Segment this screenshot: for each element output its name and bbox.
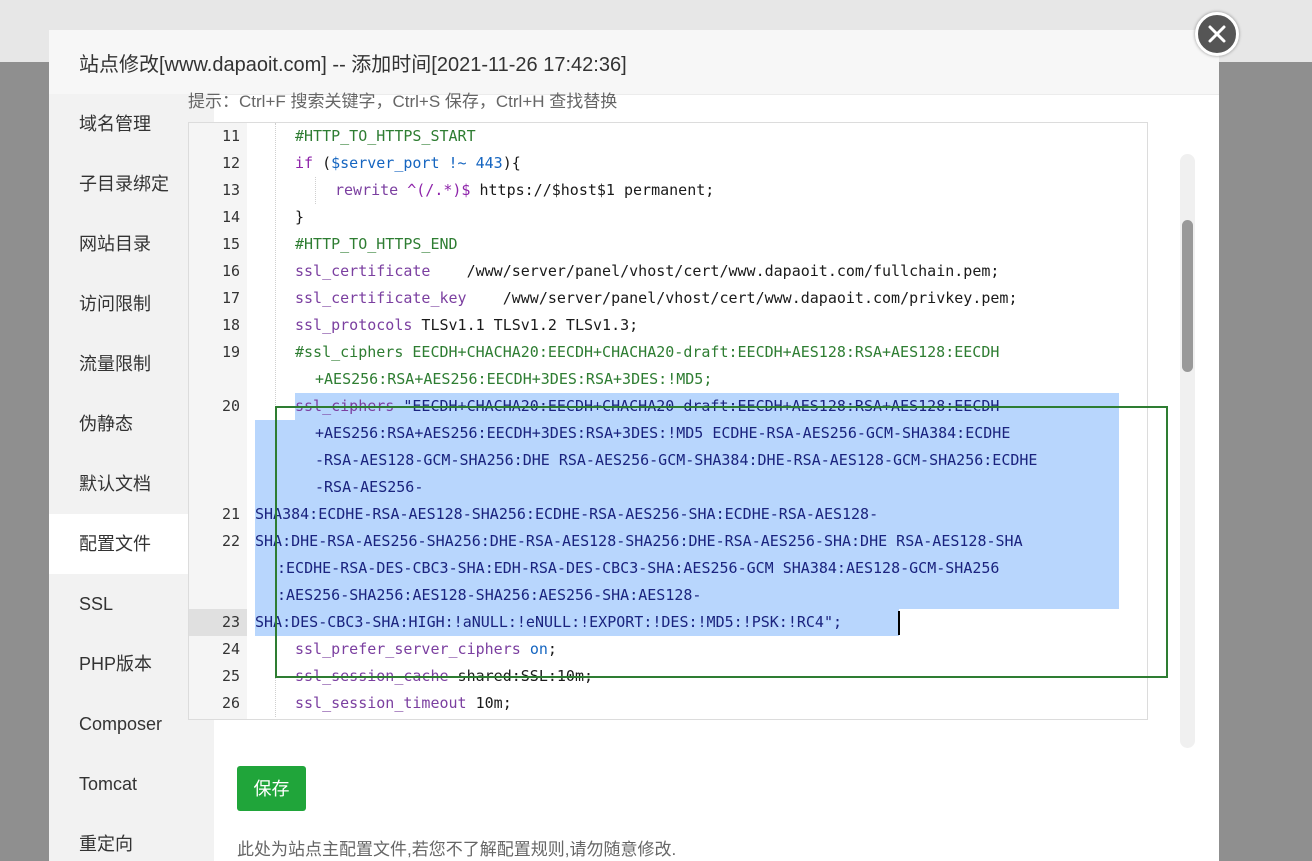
code-token: } [295, 208, 305, 226]
dialog-title: 站点修改[www.dapaoit.com] -- 添加时间[2021-11-26… [79, 54, 627, 76]
line-number: 16 [221, 262, 240, 280]
code-token: ){ [502, 154, 521, 172]
code-token: 10m; [466, 694, 512, 712]
code-token: ssl_protocols [295, 316, 413, 334]
line-number: 15 [221, 235, 240, 253]
annotation-highlight-box [275, 406, 1168, 678]
editor-scrollbar[interactable] [1180, 154, 1195, 748]
config-footnote: 此处为站点主配置文件,若您不了解配置规则,请勿随意修改. [237, 840, 677, 859]
code-line: rewrite ^(/.*)$ https://$host$1 permanen… [335, 177, 714, 204]
code-token: /www/server/panel/vhost/cert/www.dapaoit… [466, 289, 1018, 307]
code-token: ^(/.*)$ [407, 181, 471, 199]
code-token: +AES256:RSA+AES256:EECDH+3DES:RSA+3DES:!… [315, 370, 713, 388]
code-token: 443 [475, 154, 503, 172]
line-number-gutter: 11 12 13 14 15 16 17 18 19 20 21 22 23 24 25 26 [189, 123, 247, 719]
editor-hint: 提示：Ctrl+F 搜索关键字，Ctrl+S 保存，Ctrl+H 查找替换 [188, 92, 618, 111]
code-line: if ($server_port !~ 443){ [295, 150, 521, 177]
code-token: rewrite [335, 181, 408, 199]
line-number: 18 [221, 316, 240, 334]
code-token: https://$host$1 permanent; [470, 181, 715, 199]
code-token: !~ [439, 154, 476, 172]
line-number: 19 [221, 343, 240, 361]
code-line: ssl_certificate /www/server/panel/vhost/… [295, 258, 999, 285]
sidebar-item[interactable]: 重定向 [49, 814, 214, 861]
line-number: 24 [221, 640, 240, 658]
code-line: #HTTP_TO_HTTPS_END [295, 231, 458, 258]
line-number: 23 [221, 613, 240, 631]
line-number: 25 [221, 667, 240, 685]
code-line: #ssl_ciphers EECDH+CHACHA20:EECDH+CHACHA… [295, 339, 999, 366]
code-token: $server_port [331, 154, 440, 172]
save-button[interactable]: 保存 [237, 766, 306, 811]
close-icon [1208, 25, 1226, 43]
line-number: 22 [221, 532, 240, 550]
code-line: +AES256:RSA+AES256:EECDH+3DES:RSA+3DES:!… [315, 366, 712, 393]
code-token: ( [322, 154, 332, 172]
code-token: TLSv1.1 TLSv1.2 TLSv1.3; [412, 316, 639, 334]
code-token: ssl_certificate [295, 262, 431, 280]
indent-guide [315, 177, 316, 204]
line-number: 20 [221, 397, 240, 415]
scrollbar-thumb[interactable] [1182, 220, 1193, 372]
line-number: 21 [221, 505, 240, 523]
line-number: 12 [221, 154, 240, 172]
code-line: ssl_protocols TLSv1.1 TLSv1.2 TLSv1.3; [295, 312, 638, 339]
line-number: 14 [221, 208, 240, 226]
dialog-header: 站点修改[www.dapaoit.com] -- 添加时间[2021-11-26… [49, 30, 1219, 95]
code-token: ssl_session_timeout [295, 694, 467, 712]
code-token: #HTTP_TO_HTTPS_END [295, 235, 458, 253]
code-line: ssl_session_timeout 10m; [295, 690, 512, 717]
line-number: 17 [221, 289, 240, 307]
code-token: #HTTP_TO_HTTPS_START [295, 127, 476, 145]
code-token: /www/server/panel/vhost/cert/www.dapaoit… [430, 262, 1000, 280]
code-token: if [295, 154, 323, 172]
code-token: #ssl_ciphers EECDH+CHACHA20:EECDH+CHACHA… [295, 343, 1000, 361]
code-line: } [295, 204, 304, 231]
sidebar-item[interactable]: Tomcat [49, 754, 214, 814]
code-line: #HTTP_TO_HTTPS_START [295, 123, 476, 150]
line-number: 13 [221, 181, 240, 199]
close-button[interactable] [1195, 12, 1239, 56]
line-number: 26 [221, 694, 240, 712]
code-line: ssl_certificate_key /www/server/panel/vh… [295, 285, 1017, 312]
line-number: 11 [221, 127, 240, 145]
code-token: ssl_certificate_key [295, 289, 467, 307]
